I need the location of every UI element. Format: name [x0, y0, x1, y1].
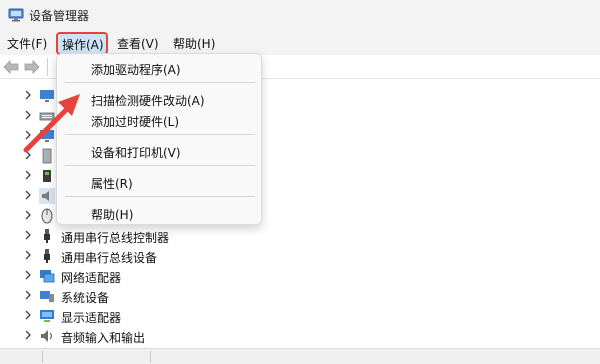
network-adapter-icon: [40, 270, 55, 283]
status-divider: [150, 351, 151, 363]
tree-row[interactable]: 显示适配器: [0, 306, 600, 326]
annotation-arrow-icon: [23, 94, 80, 153]
tree-item-label: 网络适配器: [61, 271, 122, 285]
menu-file[interactable]: 文件(F): [7, 35, 47, 52]
tree-row[interactable]: 音频输入和输出: [0, 326, 600, 346]
chevron-right-icon[interactable]: [22, 329, 34, 341]
controller-icon: [43, 170, 51, 182]
menu-devices-and-printers[interactable]: 设备和打印机(V): [91, 144, 181, 161]
toolbar-separator: [47, 58, 48, 76]
usb-icon: [44, 249, 50, 263]
tree-item-label: 通用串行总线设备: [61, 251, 158, 265]
menu-separator: [65, 82, 255, 83]
audio-device-icon: [39, 188, 55, 204]
chevron-right-icon[interactable]: [22, 169, 34, 181]
display-adapter-icon: [40, 310, 54, 322]
tree-row[interactable]: 系统设备: [0, 286, 600, 306]
tree-item-label: 音频输入和输出: [61, 331, 146, 345]
menu-help-item[interactable]: 帮助(H): [91, 206, 133, 223]
menu-add-legacy-hardware[interactable]: 添加过时硬件(L): [91, 113, 179, 130]
chevron-right-icon[interactable]: [22, 229, 34, 241]
menu-view[interactable]: 查看(V): [117, 35, 159, 52]
tree-item-label: 通用串行总线控制器: [61, 231, 170, 245]
status-bar: [0, 348, 600, 364]
menu-properties[interactable]: 属性(R): [91, 175, 133, 192]
menu-separator: [65, 134, 255, 135]
window-title: 设备管理器: [29, 9, 90, 23]
chevron-right-icon[interactable]: [22, 269, 34, 281]
tree-item-label: 系统设备: [61, 291, 110, 305]
menu-help[interactable]: 帮助(H): [173, 35, 215, 52]
tree-row[interactable]: 通用串行总线设备: [0, 246, 600, 266]
menu-scan-hardware-changes[interactable]: 扫描检测硬件改动(A): [91, 92, 205, 109]
tree-item-label: 显示适配器: [61, 311, 122, 325]
system-device-icon: [40, 291, 54, 302]
chevron-right-icon[interactable]: [22, 209, 34, 221]
menu-bar: 文件(F) 操作(A) 查看(V) 帮助(H): [0, 31, 600, 55]
forward-arrow-icon[interactable]: [24, 60, 40, 74]
menu-add-driver[interactable]: 添加驱动程序(A): [91, 61, 181, 78]
menu-separator: [65, 165, 255, 166]
status-divider: [42, 351, 43, 363]
usb-icon: [44, 229, 50, 243]
menu-separator: [65, 196, 255, 197]
tree-row[interactable]: 网络适配器: [0, 266, 600, 286]
tree-row[interactable]: 通用串行总线控制器: [0, 226, 600, 246]
title-bar: 设备管理器: [0, 0, 600, 31]
chevron-right-icon[interactable]: [22, 249, 34, 261]
chevron-right-icon[interactable]: [22, 289, 34, 301]
speaker-icon: [41, 330, 53, 342]
chevron-right-icon[interactable]: [22, 309, 34, 321]
chevron-right-icon[interactable]: [22, 189, 34, 201]
mouse-icon: [41, 208, 53, 224]
device-manager-icon: [8, 8, 24, 22]
back-arrow-icon[interactable]: [3, 60, 19, 74]
menu-action[interactable]: 操作(A): [56, 32, 108, 55]
